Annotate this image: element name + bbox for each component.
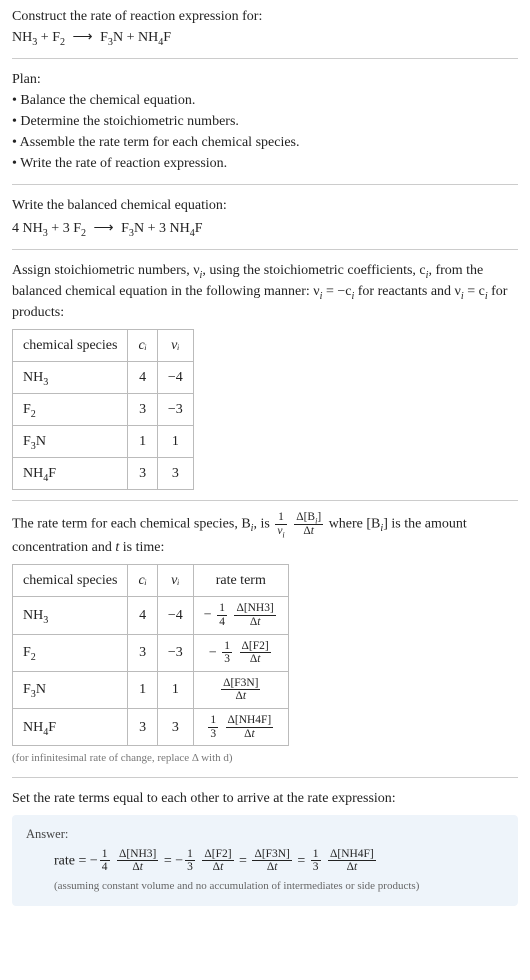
table-row: NH3 4 −4 [13, 362, 194, 394]
plan-item: • Write the rate of reaction expression. [12, 153, 518, 174]
coeff: 3 [159, 221, 170, 236]
vi-cell: −4 [157, 597, 193, 634]
prompt-equation: NH3 + F2 ⟶ F3N + NH4F [12, 27, 518, 48]
col-ci: cᵢ [128, 330, 157, 362]
col-vi: νᵢ [157, 330, 193, 362]
prompt-line1: Construct the rate of reaction expressio… [12, 6, 518, 27]
table-row: NH4F 3 3 13 Δ[NH4F]Δt [13, 709, 289, 746]
species-cell: NH3 [13, 597, 128, 634]
species-cell: F2 [13, 634, 128, 671]
plan-list: • Balance the chemical equation. • Deter… [12, 90, 518, 174]
rate-term-cell: 13 Δ[NH4F]Δt [193, 709, 288, 746]
table-row: NH3 4 −4 − 14 Δ[NH3]Δt [13, 597, 289, 634]
divider [12, 777, 518, 778]
plan-block: Plan: • Balance the chemical equation. •… [12, 69, 518, 174]
plus: + [127, 30, 138, 45]
reactant-2: F2 [73, 221, 86, 236]
table-header-row: chemical species cᵢ νᵢ rate term [13, 565, 289, 597]
reactant-1: NH3 [23, 221, 48, 236]
product-2: NH4F [138, 30, 171, 45]
ci-cell: 3 [128, 458, 157, 490]
col-vi: νᵢ [157, 565, 193, 597]
balanced-equation: 4 NH3 + 3 F2 ⟶ F3N + 3 NH4F [12, 218, 518, 239]
divider [12, 249, 518, 250]
divider [12, 184, 518, 185]
ci-cell: 1 [128, 671, 157, 708]
rate-intro: The rate term for each chemical species,… [12, 511, 518, 558]
species-cell: NH3 [13, 362, 128, 394]
rate-word: rate = [54, 853, 90, 868]
ci-cell: 3 [128, 709, 157, 746]
vi-cell: 1 [157, 426, 193, 458]
table-row: F2 3 −3 − 13 Δ[F2]Δt [13, 634, 289, 671]
set-rate-intro: Set the rate terms equal to each other t… [12, 788, 518, 809]
rate-term-cell: − 13 Δ[F2]Δt [193, 634, 288, 671]
species-cell: F3N [13, 671, 128, 708]
vi-cell: −4 [157, 362, 193, 394]
divider [12, 58, 518, 59]
fraction: Δ[Bi]Δt [292, 511, 325, 537]
product-1: F3N [100, 30, 123, 45]
fraction: 1νi [273, 511, 288, 537]
ci-cell: 3 [128, 634, 157, 671]
plan-item: • Determine the stoichiometric numbers. [12, 111, 518, 132]
ci-cell: 3 [128, 394, 157, 426]
rate-table-note: (for infinitesimal rate of change, repla… [12, 750, 518, 767]
species-cell: F2 [13, 394, 128, 426]
species-cell: F3N [13, 426, 128, 458]
vi-cell: 1 [157, 671, 193, 708]
col-ci: cᵢ [128, 565, 157, 597]
plan-title: Plan: [12, 69, 518, 90]
table-header-row: chemical species cᵢ νᵢ [13, 330, 194, 362]
reactant-1: NH3 [12, 30, 37, 45]
plan-item: • Balance the chemical equation. [12, 90, 518, 111]
answer-assumption: (assuming constant volume and no accumul… [26, 878, 504, 895]
table-row: NH4F 3 3 [13, 458, 194, 490]
col-rate-term: rate term [193, 565, 288, 597]
plus: + [41, 30, 52, 45]
stoich-table: chemical species cᵢ νᵢ NH3 4 −4 F2 3 −3 … [12, 329, 194, 490]
balanced-intro: Write the balanced chemical equation: [12, 195, 518, 216]
col-species: chemical species [13, 330, 128, 362]
rate-term-cell: − 14 Δ[NH3]Δt [193, 597, 288, 634]
plus: + [148, 221, 159, 236]
ci-cell: 1 [128, 426, 157, 458]
product-2: NH4F [169, 221, 202, 236]
stoich-intro: Assign stoichiometric numbers, νi, using… [12, 260, 518, 323]
plan-item: • Assemble the rate term for each chemic… [12, 132, 518, 153]
col-species: chemical species [13, 565, 128, 597]
ci-cell: 4 [128, 362, 157, 394]
plus: + [51, 221, 62, 236]
coeff: 3 [63, 221, 74, 236]
vi-cell: −3 [157, 394, 193, 426]
answer-box: Answer: rate = −14 Δ[NH3]Δt = −13 Δ[F2]Δ… [12, 815, 518, 907]
table-row: F3N 1 1 Δ[F3N]Δt [13, 671, 289, 708]
rate-term-cell: Δ[F3N]Δt [193, 671, 288, 708]
arrow-icon: ⟶ [69, 30, 97, 45]
table-row: F3N 1 1 [13, 426, 194, 458]
vi-cell: 3 [157, 709, 193, 746]
divider [12, 500, 518, 501]
answer-label: Answer: [26, 825, 504, 844]
table-row: F2 3 −3 [13, 394, 194, 426]
rate-table: chemical species cᵢ νᵢ rate term NH3 4 −… [12, 564, 289, 746]
species-cell: NH4F [13, 458, 128, 490]
vi-cell: −3 [157, 634, 193, 671]
coeff: 4 [12, 221, 23, 236]
product-1: F3N [121, 221, 144, 236]
arrow-icon: ⟶ [90, 221, 118, 236]
prompt-block: Construct the rate of reaction expressio… [12, 6, 518, 48]
species-cell: NH4F [13, 709, 128, 746]
vi-cell: 3 [157, 458, 193, 490]
reactant-2: F2 [52, 30, 65, 45]
ci-cell: 4 [128, 597, 157, 634]
answer-equation: rate = −14 Δ[NH3]Δt = −13 Δ[F2]Δt = Δ[F3… [26, 848, 504, 874]
